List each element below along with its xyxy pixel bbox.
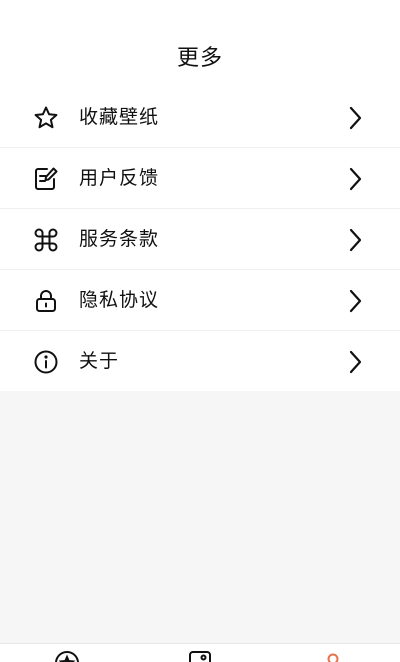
- command-icon: [33, 227, 59, 253]
- bottom-tab-bar: [0, 643, 400, 662]
- wallpaper-icon[interactable]: [187, 650, 213, 662]
- home-star-icon[interactable]: [54, 650, 80, 662]
- page-title: 更多: [0, 44, 400, 74]
- menu-list: 收藏壁纸 用户反馈 服务条款: [0, 87, 400, 391]
- header: 更多: [0, 0, 400, 87]
- lock-icon: [33, 288, 59, 314]
- menu-item-label: 服务条款: [79, 225, 159, 253]
- menu-item-favorites[interactable]: 收藏壁纸: [0, 87, 400, 148]
- feedback-edit-icon: [33, 166, 59, 192]
- chevron-right-icon: [344, 227, 366, 253]
- menu-item-about[interactable]: 关于: [0, 331, 400, 391]
- chevron-right-icon: [344, 349, 366, 375]
- star-icon: [33, 105, 59, 131]
- chevron-right-icon: [344, 105, 366, 131]
- menu-item-label: 收藏壁纸: [79, 103, 159, 131]
- menu-item-terms[interactable]: 服务条款: [0, 209, 400, 270]
- menu-item-label: 关于: [79, 347, 119, 375]
- menu-item-label: 隐私协议: [79, 286, 159, 314]
- chevron-right-icon: [344, 288, 366, 314]
- info-icon: [33, 349, 59, 375]
- menu-item-privacy[interactable]: 隐私协议: [0, 270, 400, 331]
- user-icon[interactable]: [320, 650, 346, 662]
- menu-item-feedback[interactable]: 用户反馈: [0, 148, 400, 209]
- menu-item-label: 用户反馈: [79, 164, 159, 192]
- chevron-right-icon: [344, 166, 366, 192]
